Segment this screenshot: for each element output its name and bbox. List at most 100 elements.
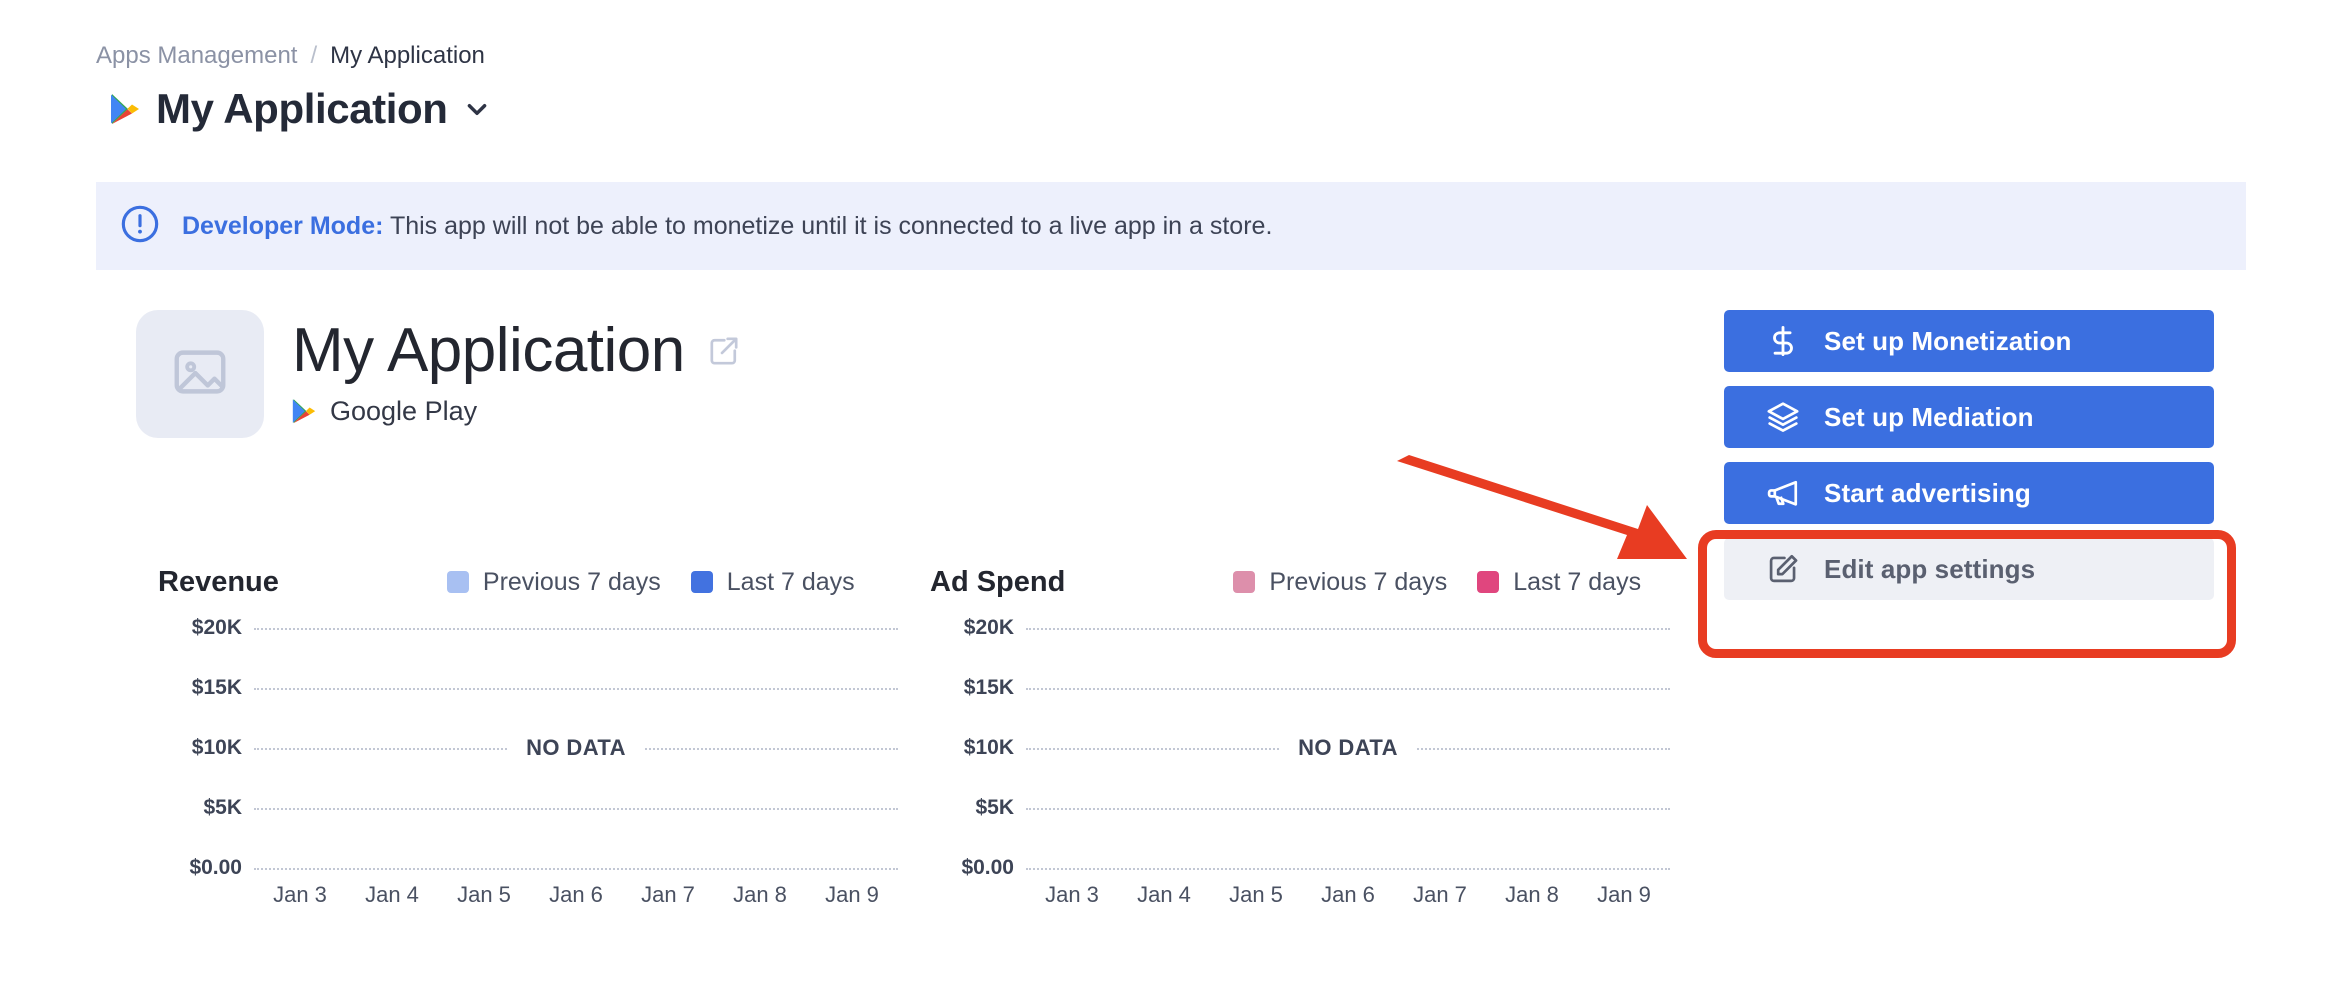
- google-play-icon: [292, 398, 316, 425]
- app-page: Apps Management / My Application My Appl…: [0, 0, 2342, 1002]
- button-label: Set up Mediation: [1824, 402, 2034, 433]
- set-up-monetization-button[interactable]: Set up Monetization: [1724, 310, 2214, 372]
- x-axis-tick: Jan 9: [806, 882, 898, 908]
- legend-swatch: [691, 571, 713, 593]
- chart-title: Revenue: [158, 566, 279, 599]
- app-store-name: Google Play: [330, 396, 477, 427]
- x-axis-tick: Jan 3: [254, 882, 346, 908]
- x-axis-tick: Jan 6: [1302, 882, 1394, 908]
- gridline: [1026, 808, 1670, 810]
- x-axis-tick: Jan 4: [346, 882, 438, 908]
- legend-swatch: [1233, 571, 1255, 593]
- legend-label: Previous 7 days: [483, 568, 661, 597]
- app-header: My Application: [136, 310, 741, 438]
- legend-item[interactable]: Previous 7 days: [447, 568, 661, 597]
- revenue-chart: Revenue Previous 7 days Last 7 days $20K: [158, 562, 898, 962]
- chart-header: Ad Spend Previous 7 days Last 7 days: [930, 562, 1670, 602]
- y-axis-tick: $0.00: [158, 856, 254, 880]
- x-axis-tick: Jan 7: [1394, 882, 1486, 908]
- chart-plot-area: $20K $15K $10K $5K $0.00: [158, 628, 898, 868]
- x-axis-tick: Jan 5: [438, 882, 530, 908]
- x-axis-tick: Jan 4: [1118, 882, 1210, 908]
- gridline: [254, 688, 898, 690]
- breadcrumb-link-apps-management[interactable]: Apps Management: [96, 42, 297, 70]
- app-thumbnail[interactable]: [136, 310, 264, 438]
- grid-row: $0.00: [158, 868, 898, 869]
- image-placeholder-icon: [169, 341, 231, 408]
- dollar-sign-icon: [1766, 324, 1800, 358]
- legend-swatch: [447, 571, 469, 593]
- chart-title: Ad Spend: [930, 566, 1065, 599]
- page-title-row[interactable]: My Application: [110, 85, 490, 133]
- ad-spend-chart: Ad Spend Previous 7 days Last 7 days $20…: [930, 562, 1670, 962]
- y-axis-tick: $0.00: [930, 856, 1026, 880]
- gridline: [254, 868, 898, 870]
- layers-icon: [1766, 400, 1800, 434]
- grid-row: $20K: [930, 628, 1670, 629]
- y-axis-tick: $15K: [158, 676, 254, 700]
- banner-message: This app will not be able to monetize un…: [390, 212, 1272, 240]
- legend-item[interactable]: Previous 7 days: [1233, 568, 1447, 597]
- alert-circle-icon: [120, 204, 160, 249]
- x-axis-tick: Jan 3: [1026, 882, 1118, 908]
- grid-row: $5K: [930, 808, 1670, 809]
- app-name-row: My Application: [292, 318, 741, 384]
- google-play-icon: [110, 93, 140, 126]
- x-axis: Jan 3 Jan 4 Jan 5 Jan 6 Jan 7 Jan 8 Jan …: [254, 882, 898, 908]
- button-label: Start advertising: [1824, 478, 2031, 509]
- y-axis-tick: $10K: [158, 736, 254, 760]
- y-axis-tick: $5K: [930, 796, 1026, 820]
- y-axis-tick: $10K: [930, 736, 1026, 760]
- external-link-icon[interactable]: [707, 334, 741, 368]
- developer-mode-banner: Developer Mode: This app will not be abl…: [96, 182, 2246, 270]
- chevron-down-icon[interactable]: [464, 96, 490, 122]
- page-title: My Application: [156, 85, 448, 133]
- button-label: Set up Monetization: [1824, 326, 2071, 357]
- grid-row: $20K: [158, 628, 898, 629]
- grid-row: $15K: [930, 688, 1670, 689]
- x-axis-tick: Jan 6: [530, 882, 622, 908]
- breadcrumb: Apps Management / My Application: [96, 42, 485, 70]
- annotation-arrow: [1395, 455, 1695, 575]
- legend-label: Last 7 days: [1513, 568, 1641, 597]
- app-name: My Application: [292, 318, 685, 384]
- chart-header: Revenue Previous 7 days Last 7 days: [158, 562, 898, 602]
- no-data-label: NO DATA: [1280, 735, 1416, 761]
- legend-item[interactable]: Last 7 days: [691, 568, 855, 597]
- start-advertising-button[interactable]: Start advertising: [1724, 462, 2214, 524]
- banner-text: Developer Mode: This app will not be abl…: [182, 211, 1272, 241]
- charts-section: Revenue Previous 7 days Last 7 days $20K: [0, 562, 2342, 962]
- legend-label: Previous 7 days: [1269, 568, 1447, 597]
- breadcrumb-current: My Application: [330, 42, 485, 70]
- breadcrumb-separator: /: [310, 42, 317, 70]
- x-axis-tick: Jan 8: [714, 882, 806, 908]
- app-meta: My Application: [292, 310, 741, 427]
- grid-row: $15K: [158, 688, 898, 689]
- gridline: [1026, 628, 1670, 630]
- gridline: [254, 628, 898, 630]
- x-axis-tick: Jan 8: [1486, 882, 1578, 908]
- legend-label: Last 7 days: [727, 568, 855, 597]
- app-store-row: Google Play: [292, 396, 741, 427]
- chart-legend: Previous 7 days Last 7 days: [1233, 568, 1641, 597]
- y-axis-tick: $15K: [930, 676, 1026, 700]
- y-axis-tick: $5K: [158, 796, 254, 820]
- gridline: [1026, 688, 1670, 690]
- legend-swatch: [1477, 571, 1499, 593]
- app-actions: Set up Monetization Set up Mediation: [1724, 310, 2214, 600]
- x-axis-tick: Jan 7: [622, 882, 714, 908]
- x-axis: Jan 3 Jan 4 Jan 5 Jan 6 Jan 7 Jan 8 Jan …: [1026, 882, 1670, 908]
- banner-strong-label: Developer Mode:: [182, 212, 383, 240]
- set-up-mediation-button[interactable]: Set up Mediation: [1724, 386, 2214, 448]
- x-axis-tick: Jan 9: [1578, 882, 1670, 908]
- megaphone-icon: [1766, 476, 1800, 510]
- chart-plot-area: $20K $15K $10K $5K $0.00: [930, 628, 1670, 868]
- y-axis-tick: $20K: [930, 616, 1026, 640]
- gridline: [1026, 868, 1670, 870]
- grid-row: $0.00: [930, 868, 1670, 869]
- legend-item[interactable]: Last 7 days: [1477, 568, 1641, 597]
- grid-row: $5K: [158, 808, 898, 809]
- y-axis-tick: $20K: [158, 616, 254, 640]
- gridline: [254, 808, 898, 810]
- chart-legend: Previous 7 days Last 7 days: [447, 568, 855, 597]
